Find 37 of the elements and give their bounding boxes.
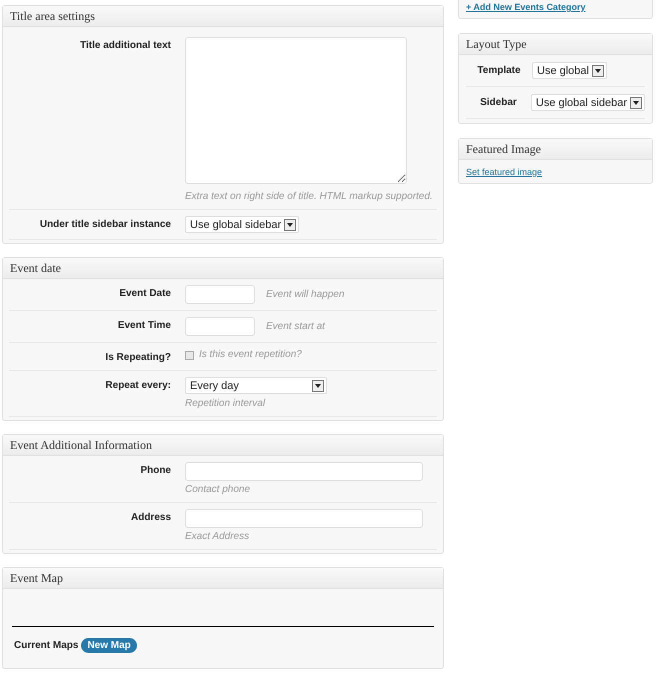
- text-input[interactable]: [185, 509, 423, 528]
- panel-header: Layout Type: [459, 34, 652, 55]
- field-hint: Event will happen: [266, 288, 344, 300]
- text-input[interactable]: [185, 317, 255, 336]
- field-label: Address: [130, 512, 172, 524]
- section-label: Current Maps: [14, 640, 78, 652]
- field-label: Sidebar: [479, 96, 518, 108]
- field-hint: Repetition interval: [185, 398, 266, 410]
- select-dropdown[interactable]: Every day: [185, 377, 327, 394]
- field-label: Title additional text: [79, 40, 172, 52]
- text-input[interactable]: [185, 462, 423, 481]
- field-hint: Event start at: [266, 320, 325, 332]
- field-label: Is Repeating?: [104, 352, 172, 364]
- set-featured-image-link[interactable]: Set featured image: [466, 167, 542, 177]
- field-hint: Exact Address: [185, 531, 250, 543]
- panel-header: Featured Image: [459, 139, 652, 160]
- text-area[interactable]: [185, 37, 407, 184]
- select-dropdown[interactable]: Use global sidebar: [530, 94, 645, 111]
- field-hint: Contact phone: [185, 484, 252, 496]
- checkbox[interactable]: [185, 350, 194, 360]
- field-label: Repeat every:: [104, 380, 172, 392]
- field-label: Event Time: [116, 320, 172, 332]
- panel-header: Title area settings: [3, 6, 443, 27]
- field-label: Under title sidebar instance: [38, 219, 172, 231]
- text-input[interactable]: [185, 285, 255, 304]
- field-label: Event Date: [118, 288, 172, 300]
- select-dropdown[interactable]: Use global: [532, 62, 607, 79]
- panel-header: Event date: [3, 258, 443, 279]
- add-category-link[interactable]: + Add New Events Category: [466, 2, 586, 12]
- field-hint: Extra text on right side of title. HTML markup supported.: [185, 191, 433, 203]
- field-label: Phone: [139, 465, 172, 477]
- field-label: Template: [476, 64, 522, 76]
- select-dropdown[interactable]: Use global sidebar: [185, 216, 300, 233]
- panel-header: Event Map: [3, 568, 443, 589]
- field-hint: Is this event repetition?: [199, 349, 302, 361]
- panel-header: Event Additional Information: [3, 435, 443, 456]
- new-map-button[interactable]: New Map: [81, 638, 137, 653]
